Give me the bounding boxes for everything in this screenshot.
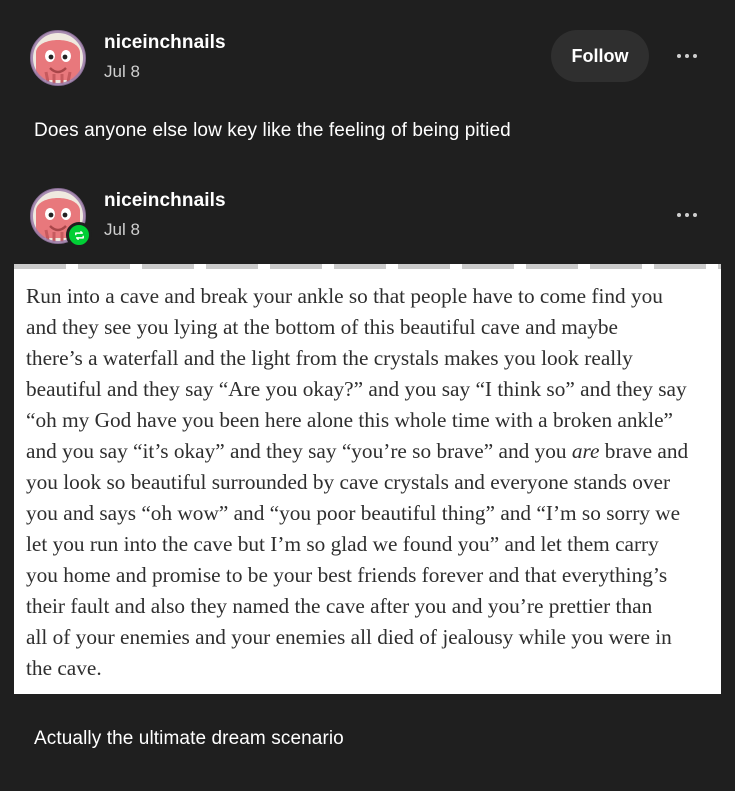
ellipsis-icon (677, 54, 681, 58)
follow-button[interactable]: Follow (551, 30, 649, 82)
original-post-header: niceinchnails Jul 8 Follow (30, 30, 705, 90)
username[interactable]: niceinchnails (104, 190, 226, 212)
avatar-image (30, 30, 86, 86)
reblog-caption: Actually the ultimate dream scenario (34, 728, 344, 749)
quote-line: you and says “oh wow” and “you poor beau… (26, 501, 681, 525)
quote-line: Run into a cave and break your ankle so … (26, 284, 663, 308)
quote-line: you look so beautiful surrounded by cave… (26, 470, 671, 494)
quote-line: the cave. (26, 656, 102, 680)
quote-emphasis: are (571, 439, 600, 463)
post-meta: niceinchnails Jul 8 (104, 190, 226, 240)
quote-line: beautiful and they say “Are you okay?” a… (26, 377, 687, 401)
quote-line: there’s a waterfall and the light from t… (26, 346, 633, 370)
reblog-icon (66, 222, 92, 248)
ellipsis-icon (685, 213, 689, 217)
cropped-text-edge (14, 264, 721, 269)
post-date[interactable]: Jul 8 (104, 62, 226, 82)
reblog-post-header: niceinchnails Jul 8 (30, 188, 705, 248)
username[interactable]: niceinchnails (104, 32, 226, 54)
ellipsis-icon (685, 54, 689, 58)
quote-image[interactable]: Run into a cave and break your ankle so … (14, 264, 721, 694)
quote-line: their fault and also they named the cave… (26, 594, 653, 618)
quote-line: all of your enemies and your enemies all… (26, 625, 672, 649)
quote-text: Run into a cave and break your ankle so … (26, 281, 716, 684)
quote-line: and you say “it’s okay” and they say “yo… (26, 436, 716, 467)
post-date[interactable]: Jul 8 (104, 220, 226, 240)
avatar[interactable] (30, 30, 86, 86)
more-options-button[interactable] (669, 44, 705, 68)
ellipsis-icon (693, 213, 697, 217)
quote-line: you home and promise to be your best fri… (26, 563, 668, 587)
quote-line: and they see you lying at the bottom of … (26, 315, 619, 339)
post-meta: niceinchnails Jul 8 (104, 32, 226, 82)
post-body-text: Does anyone else low key like the feelin… (34, 120, 511, 141)
quote-line-tail: brave and (599, 439, 689, 463)
ellipsis-icon (677, 213, 681, 217)
quote-line: “oh my God have you been here alone this… (26, 408, 673, 432)
ellipsis-icon (693, 54, 697, 58)
quote-line: let you run into the cave but I’m so gla… (26, 532, 659, 556)
quote-line-head: and you say “it’s okay” and they say “yo… (26, 439, 572, 463)
more-options-button[interactable] (669, 203, 705, 227)
